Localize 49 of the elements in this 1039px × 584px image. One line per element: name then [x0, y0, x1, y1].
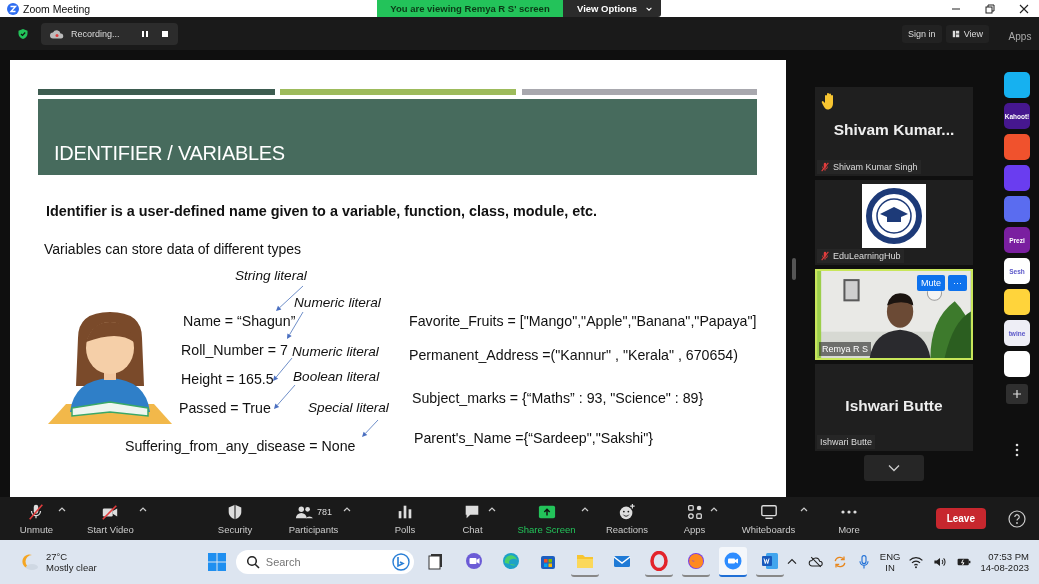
collection-text: Parent's_Name ={“Sardeep","Sakshi"} — [414, 430, 654, 446]
definition-text: Identifier is a user-defined name given to a variable, function, class, module, etc. — [46, 203, 597, 219]
literal-label: Numeric literal — [292, 344, 379, 359]
assignment-text: Passed = True — [179, 400, 271, 416]
mute-button[interactable]: Mute — [917, 275, 945, 291]
literal-label: Numeric literal — [294, 295, 381, 310]
name-tag: Ishwari Butte — [817, 435, 876, 449]
assignment-text: Height = 165.5 — [181, 371, 274, 387]
view-options-button[interactable]: View Options — [563, 0, 661, 17]
assignment-text: Name = “Shagun” — [183, 313, 296, 329]
toolbar-button[interactable]: Chat — [462, 502, 483, 535]
toolbar-button[interactable]: Start Video — [87, 502, 134, 535]
name-tag: Shivam Kumar Singh — [817, 160, 921, 174]
toolbar-button[interactable]: Unmute — [19, 502, 54, 535]
more-options-button[interactable]: ··· — [948, 275, 967, 291]
toolbar-button[interactable]: Share Screen — [517, 502, 576, 535]
toolbar-button[interactable]: Apps — [683, 502, 706, 535]
assignment-text: Roll_Number = 7 — [181, 342, 288, 358]
participant-display-name: Ishwari Butte — [845, 396, 943, 415]
collection-text: Subject_marks = {“Maths” : 93, "Science" : 89} — [412, 390, 704, 406]
participant-display-name: Shivam Kumar... — [833, 120, 955, 139]
name-tag: EduLearningHub — [817, 249, 904, 263]
window-title: Zoom Meeting — [23, 2, 91, 15]
toolbar-button[interactable]: 781 Participants — [288, 502, 339, 535]
view-button[interactable]: View — [945, 24, 989, 43]
clock[interactable]: 07:53 PM 14-08-2023 — [980, 551, 1029, 573]
sign-in-button[interactable]: Sign in — [902, 24, 942, 43]
recording-indicator: Recording... — [41, 22, 178, 45]
weather-text: Mostly clear — [46, 562, 97, 573]
literal-label: String literal — [235, 268, 307, 283]
toolbar-button[interactable]: More — [838, 502, 860, 535]
slide-title: IDENTIFIER / VARIABLES — [54, 142, 285, 165]
collection-text: Favorite_Fruits = ["Mango","Apple","Banana","Papaya"] — [409, 313, 757, 329]
viewing-banner: You are viewing Remya R S' screen — [377, 0, 563, 17]
assignment-text: Suffering_from_any_disease = None — [125, 438, 356, 454]
collection-text: Permanent_Address =("Kannur" , "Kerala" , 670654) — [409, 347, 738, 363]
leave-button[interactable]: Leave — [935, 508, 986, 529]
intro-text: Variables can store data of different types — [44, 241, 302, 257]
language-indicator[interactable]: ENG IN — [879, 551, 901, 573]
toolbar-button[interactable]: Whiteboards — [741, 502, 796, 535]
toolbar-button[interactable]: Reactions — [605, 502, 649, 535]
apps-label: Apps — [1007, 30, 1033, 42]
name-tag: Remya R S — [819, 342, 871, 356]
search-field[interactable]: Search — [235, 550, 414, 574]
toolbar-button[interactable]: Polls — [394, 502, 416, 535]
literal-label: Boolean literal — [293, 369, 380, 384]
literal-label: Special literal — [308, 400, 389, 415]
toolbar-button[interactable]: Security — [217, 502, 253, 535]
temperature-text: 27°C — [46, 551, 69, 562]
